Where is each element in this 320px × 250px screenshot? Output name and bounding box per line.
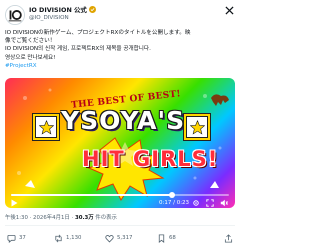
video-controls: 0:17 / 0:23 <box>11 199 229 207</box>
tweet-text-line: IO DIVISIONの新作ゲーム、プロジェクトRXのタイトルを公開します。映 <box>5 30 191 36</box>
views-label: 件の表示 <box>93 215 117 221</box>
tweet-meta: 午後1:30 · 2026年4月1日 · 30.3万 件の表示 <box>5 213 117 221</box>
star-icon <box>38 119 54 135</box>
share-button[interactable] <box>224 232 233 244</box>
hashtag-link[interactable]: #ProjectRX <box>5 63 37 69</box>
tweet-text-line: 像でご覧ください！ <box>5 38 56 45</box>
tweet-text-line: 영상으로 만나보세요! <box>5 54 56 61</box>
tweet-header: IO DIVISION 公式 @IO_DIVISION <box>5 4 235 26</box>
avatar-logo <box>6 6 24 24</box>
reply-count: 37 <box>19 235 26 241</box>
avatar[interactable] <box>5 5 25 25</box>
bookmark-icon <box>158 233 165 243</box>
progress-fill <box>11 194 173 196</box>
retweet-icon <box>55 234 62 242</box>
name-row: IO DIVISION 公式 <box>29 5 96 14</box>
bookmark-count: 68 <box>169 235 176 241</box>
video-title-sub: HIT GIRLS! <box>82 147 219 171</box>
video-player[interactable]: THE BEST OF BEST! YSOYA'S HIT GIRLS! 0:1… <box>5 78 235 208</box>
settings-icon[interactable] <box>192 199 200 207</box>
star-icon <box>189 119 205 135</box>
play-icon[interactable] <box>11 199 18 207</box>
display-name[interactable]: IO DIVISION 公式 <box>29 5 87 14</box>
retweet-button[interactable]: 1,130 <box>54 232 81 244</box>
handle[interactable]: @IO_DIVISION <box>29 15 69 21</box>
bookmark-button[interactable]: 68 <box>157 232 176 244</box>
video-progress-bar[interactable] <box>11 192 229 198</box>
share-icon <box>224 233 233 243</box>
tweet-actions: 37 1,130 5,317 68 <box>5 232 235 244</box>
like-button[interactable]: 5,317 <box>105 232 132 244</box>
star-badge-right <box>186 116 208 138</box>
star-badge-left <box>35 116 57 138</box>
reply-button[interactable]: 37 <box>7 232 26 244</box>
views-count: 30.3万 <box>74 215 94 221</box>
volume-icon[interactable] <box>220 199 228 207</box>
fullscreen-icon[interactable] <box>206 199 214 207</box>
tweet-timestamp[interactable]: 午後1:30 · 2026年4月1日 · <box>5 215 73 221</box>
video-time: 0:17 / 0:23 <box>159 200 190 206</box>
tweet-text-line: IO DIVISION의 신작 게임, 프로젝트RX의 제목을 공개합니다. <box>5 46 151 53</box>
tweet-text: IO DIVISIONの新作ゲーム、プロジェクトRXのタイトルを公開します。映 … <box>5 29 235 70</box>
verified-badge-icon <box>88 6 96 13</box>
x-logo-icon[interactable] <box>225 6 234 15</box>
like-icon <box>105 234 114 243</box>
reply-icon <box>7 234 16 243</box>
video-title-main: YSOYA'S <box>61 106 186 135</box>
retweet-count: 1,130 <box>66 235 82 241</box>
divider <box>5 225 235 226</box>
like-count: 5,317 <box>117 235 133 241</box>
